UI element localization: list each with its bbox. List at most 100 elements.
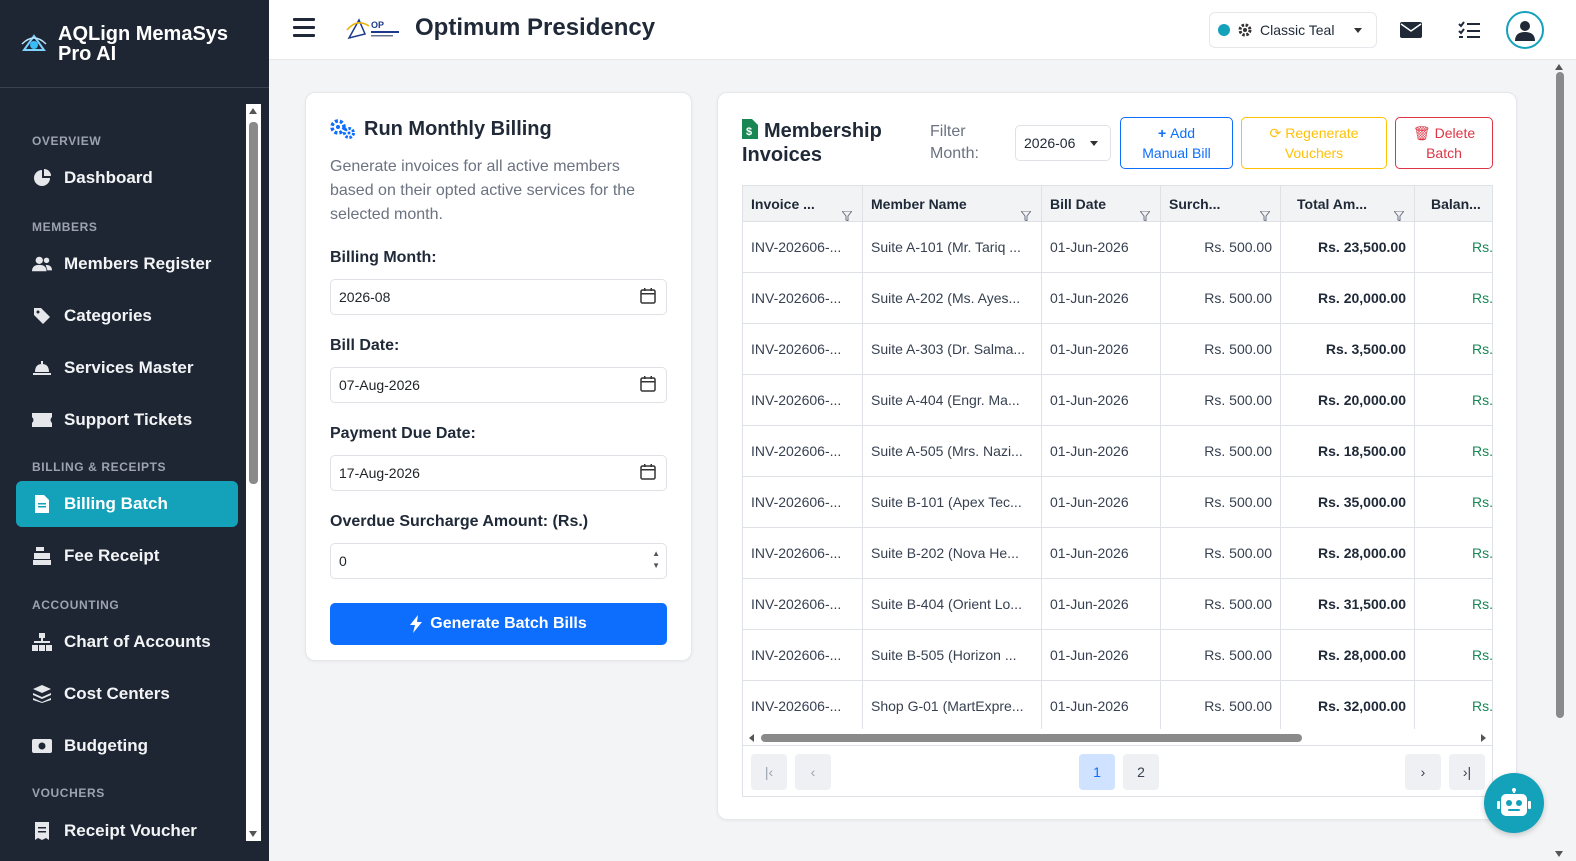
invoice-icon xyxy=(32,494,52,514)
sidebar-item-services-master[interactable]: Services Master xyxy=(16,345,238,391)
cell-balance: Rs. xyxy=(1472,290,1493,306)
cell-balance: Rs. xyxy=(1472,239,1493,255)
filter-month-select[interactable]: 2026-06 xyxy=(1015,125,1111,161)
sidebar-nav: OVERVIEW Dashboard MEMBERS Members Regis… xyxy=(0,104,246,841)
svg-text:OP: OP xyxy=(371,20,384,30)
scrollbar-thumb[interactable] xyxy=(249,122,258,484)
invoices-title-text: Membership Invoices xyxy=(742,120,882,166)
chatbot-robot-icon[interactable] xyxy=(1484,773,1544,833)
calendar-icon[interactable] xyxy=(640,288,656,307)
sidebar-item-billing-batch[interactable]: Billing Batch xyxy=(16,481,238,527)
page-button-2[interactable]: 2 xyxy=(1123,754,1159,790)
cell-bill-date: 01-Jun-2026 xyxy=(1042,579,1161,629)
cell-total-amount: Rs. 3,500.00 xyxy=(1281,324,1415,374)
column-header-surcharge[interactable]: Surch... xyxy=(1161,186,1281,222)
due-date-input[interactable]: 17-Aug-2026 xyxy=(330,455,667,491)
cell-balance: Rs. xyxy=(1472,698,1493,714)
sidebar-scrollbar[interactable] xyxy=(246,104,261,841)
scroll-left-arrow-icon[interactable] xyxy=(749,734,754,742)
sidebar-item-categories[interactable]: Categories xyxy=(16,293,238,339)
scroll-down-arrow-icon[interactable] xyxy=(1555,851,1563,857)
cell-total-amount: Rs. 20,000.00 xyxy=(1281,375,1415,425)
invoices-table: Invoice ... Member Name Bill Date Surch.… xyxy=(742,185,1493,797)
delete-batch-button[interactable]: 🗑 Delete Batch xyxy=(1395,117,1493,169)
brand-name: AQLign MemaSys Pro AI xyxy=(58,22,229,65)
cell-member-name: Suite A-505 (Mrs. Nazi... xyxy=(863,426,1042,476)
bill-date-value: 07-Aug-2026 xyxy=(339,377,420,393)
table-row[interactable]: INV-202606-... Shop G-01 (MartExpre... 01-… xyxy=(743,681,1492,732)
sidebar-item-budgeting[interactable]: Budgeting xyxy=(16,723,238,769)
sidebar-item-dashboard[interactable]: Dashboard xyxy=(16,155,238,201)
cell-surcharge: Rs. 500.00 xyxy=(1161,477,1281,527)
pie-chart-icon xyxy=(32,168,52,188)
cell-surcharge: Rs. 500.00 xyxy=(1161,579,1281,629)
page-button-1[interactable]: 1 xyxy=(1079,754,1115,790)
calendar-icon[interactable] xyxy=(640,464,656,483)
scroll-up-arrow-icon[interactable] xyxy=(249,108,257,114)
column-header-member-name[interactable]: Member Name xyxy=(863,186,1042,222)
sidebar-item-receipt-voucher[interactable]: Receipt Voucher xyxy=(16,808,238,841)
sidebar-item-chart-of-accounts[interactable]: Chart of Accounts xyxy=(16,619,238,665)
cell-member-name: Suite A-101 (Mr. Tariq ... xyxy=(863,222,1042,272)
horizontal-scrollbar-thumb[interactable] xyxy=(761,734,1302,742)
column-header-balance[interactable]: Balan... xyxy=(1415,186,1492,222)
envelope-icon[interactable] xyxy=(1399,18,1423,42)
scroll-right-arrow-icon[interactable] xyxy=(1481,734,1486,742)
column-header-invoice[interactable]: Invoice ... xyxy=(743,186,863,222)
surcharge-input[interactable]: 0 ▲ ▼ xyxy=(330,543,667,579)
column-header-total-amount[interactable]: Total Am... xyxy=(1281,186,1415,222)
theme-selector[interactable]: Classic Teal xyxy=(1209,12,1377,48)
sidebar-item-members-register[interactable]: Members Register xyxy=(16,241,238,287)
section-title-overview: OVERVIEW xyxy=(32,134,102,148)
sidebar-item-fee-receipt[interactable]: Fee Receipt xyxy=(16,533,238,579)
last-page-icon[interactable]: ›| xyxy=(1449,754,1485,790)
due-date-label: Payment Due Date: xyxy=(330,425,476,442)
users-icon xyxy=(32,254,52,274)
table-row[interactable]: INV-202606-... Suite A-202 (Ms. Ayes... 01… xyxy=(743,273,1492,324)
table-row[interactable]: INV-202606-... Suite A-101 (Mr. Tariq ...… xyxy=(743,222,1492,273)
next-page-icon[interactable]: › xyxy=(1405,754,1441,790)
pagination: |‹ ‹ 1 2 › ›| xyxy=(743,745,1492,796)
table-row[interactable]: INV-202606-... Suite A-505 (Mrs. Nazi... 0… xyxy=(743,426,1492,477)
billing-month-input[interactable]: 2026-08 xyxy=(330,279,667,315)
number-stepper-icon[interactable]: ▲ ▼ xyxy=(652,548,660,572)
regenerate-vouchers-button[interactable]: ⟳ Regenerate Vouchers xyxy=(1241,117,1387,169)
delete-batch-label: 🗑 Delete Batch xyxy=(1412,125,1476,161)
scroll-down-arrow-icon[interactable] xyxy=(249,831,257,837)
cell-bill-date: 01-Jun-2026 xyxy=(1042,426,1161,476)
page-scrollbar-thumb[interactable] xyxy=(1556,72,1564,718)
billing-description: Generate invoices for all active members… xyxy=(330,158,636,223)
bill-date-label: Bill Date: xyxy=(330,337,400,354)
billing-card-title: Run Monthly Billing xyxy=(330,117,667,141)
table-row[interactable]: INV-202606-... Suite A-303 (Dr. Salma... 0… xyxy=(743,324,1492,375)
add-manual-bill-button[interactable]: + Add Manual Bill xyxy=(1120,117,1233,169)
cell-bill-date: 01-Jun-2026 xyxy=(1042,324,1161,374)
table-row[interactable]: INV-202606-... Suite B-202 (Nova He... 01-… xyxy=(743,528,1492,579)
table-row[interactable]: INV-202606-... Suite B-101 (Apex Tec... 01… xyxy=(743,477,1492,528)
cell-invoice-no: INV-202606-... xyxy=(743,426,863,476)
calendar-icon[interactable] xyxy=(640,376,656,395)
cell-member-name: Suite B-202 (Nova He... xyxy=(863,528,1042,578)
brand[interactable]: AQLign MemaSys Pro AI xyxy=(0,0,269,88)
hamburger-menu-icon[interactable] xyxy=(293,18,315,38)
generate-batch-bills-button[interactable]: Generate Batch Bills xyxy=(330,603,667,645)
cell-total-amount: Rs. 23,500.00 xyxy=(1281,222,1415,272)
column-header-bill-date[interactable]: Bill Date xyxy=(1042,186,1161,222)
sidebar-item-label: Support Tickets xyxy=(64,410,193,429)
sidebar-item-support-tickets[interactable]: Support Tickets xyxy=(16,397,238,443)
scroll-up-arrow-icon[interactable] xyxy=(1555,64,1563,70)
page-scrollbar[interactable] xyxy=(1552,60,1567,861)
billing-month-label: Billing Month: xyxy=(330,249,437,266)
first-page-icon[interactable]: |‹ xyxy=(751,754,787,790)
table-row[interactable]: INV-202606-... Suite A-404 (Engr. Ma... 01… xyxy=(743,375,1492,426)
user-avatar-icon[interactable] xyxy=(1506,11,1544,49)
cell-invoice-no: INV-202606-... xyxy=(743,579,863,629)
cell-surcharge: Rs. 500.00 xyxy=(1161,528,1281,578)
sidebar-item-cost-centers[interactable]: Cost Centers xyxy=(16,671,238,717)
table-row[interactable]: INV-202606-... Suite B-404 (Orient Lo... 0… xyxy=(743,579,1492,630)
bill-date-input[interactable]: 07-Aug-2026 xyxy=(330,367,667,403)
task-list-icon[interactable] xyxy=(1457,18,1481,42)
horizontal-scrollbar[interactable] xyxy=(743,729,1492,745)
table-row[interactable]: INV-202606-... Suite B-505 (Horizon ... 01… xyxy=(743,630,1492,681)
previous-page-icon[interactable]: ‹ xyxy=(795,754,831,790)
